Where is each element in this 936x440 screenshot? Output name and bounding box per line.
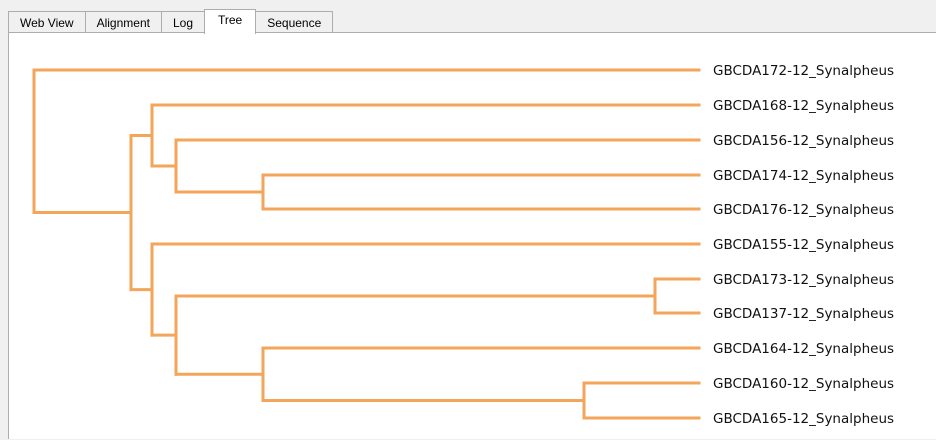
leaf-label[interactable]: GBCDA176-12_Synalpheus bbox=[713, 202, 894, 218]
tree-branches bbox=[32, 68, 701, 420]
tab-alignment[interactable]: Alignment bbox=[84, 11, 162, 33]
tab-log[interactable]: Log bbox=[160, 11, 205, 33]
tab-sequence[interactable]: Sequence bbox=[255, 11, 334, 33]
leaf-label[interactable]: GBCDA168-12_Synalpheus bbox=[713, 98, 894, 114]
leaf-label[interactable]: GBCDA156-12_Synalpheus bbox=[713, 133, 894, 149]
leaf-label[interactable]: GBCDA165-12_Synalpheus bbox=[713, 411, 894, 427]
tab-bar: Web View Alignment Log Tree Sequence bbox=[8, 9, 334, 34]
leaf-label[interactable]: GBCDA137-12_Synalpheus bbox=[713, 306, 894, 322]
leaf-label[interactable]: GBCDA164-12_Synalpheus bbox=[713, 341, 894, 357]
leaf-label[interactable]: GBCDA155-12_Synalpheus bbox=[713, 237, 894, 253]
leaf-label[interactable]: GBCDA174-12_Synalpheus bbox=[713, 168, 894, 184]
tree-panel: GBCDA172-12_Synalpheus GBCDA168-12_Synal… bbox=[8, 32, 936, 439]
tree-leaf-labels: GBCDA172-12_Synalpheus GBCDA168-12_Synal… bbox=[713, 63, 894, 427]
tab-tree[interactable]: Tree bbox=[204, 9, 257, 34]
tab-web-view[interactable]: Web View bbox=[8, 11, 86, 33]
leaf-label[interactable]: GBCDA173-12_Synalpheus bbox=[713, 272, 894, 288]
tree-viewer-window: Web View Alignment Log Tree Sequence GBC… bbox=[0, 0, 936, 439]
phylogenetic-tree: GBCDA172-12_Synalpheus GBCDA168-12_Synal… bbox=[32, 63, 894, 427]
leaf-label[interactable]: GBCDA160-12_Synalpheus bbox=[713, 376, 894, 392]
leaf-label[interactable]: GBCDA172-12_Synalpheus bbox=[713, 63, 894, 79]
